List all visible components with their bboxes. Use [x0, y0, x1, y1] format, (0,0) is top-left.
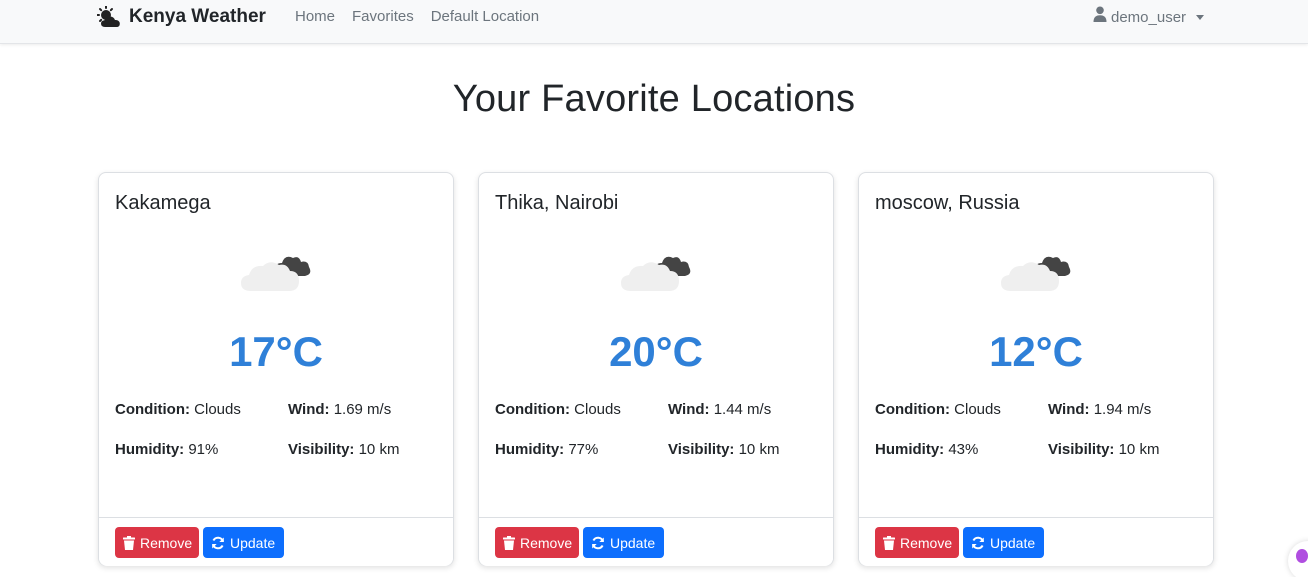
nav-links: Home Favorites Default Location	[295, 6, 539, 28]
visibility-value: 10 km	[358, 441, 400, 458]
visibility-label: Visibility:	[668, 441, 735, 458]
visibility-value: 10 km	[1118, 441, 1160, 458]
update-button[interactable]: Update	[203, 527, 284, 558]
nav-home[interactable]: Home	[295, 6, 335, 28]
remove-button[interactable]: Remove	[875, 527, 959, 558]
visibility-detail: Visibility: 10 km	[288, 441, 399, 458]
location-card: moscow, Russia 12°C Condition: Clouds Wi…	[858, 172, 1214, 566]
chevron-down-icon	[1196, 15, 1205, 20]
clouds-icon	[999, 249, 1073, 295]
clouds-icon	[239, 249, 313, 295]
condition-detail: Condition: Clouds	[875, 401, 1001, 418]
floating-assistant-button[interactable]	[1288, 541, 1308, 577]
condition-value: Clouds	[954, 401, 1001, 418]
wind-detail: Wind: 1.44 m/s	[668, 401, 771, 418]
nav-favorites[interactable]: Favorites	[352, 6, 414, 28]
humidity-detail: Humidity: 77%	[495, 441, 598, 458]
condition-detail: Condition: Clouds	[115, 401, 241, 418]
humidity-detail: Humidity: 43%	[875, 441, 978, 458]
update-label: Update	[230, 534, 276, 551]
visibility-detail: Visibility: 10 km	[1048, 441, 1159, 458]
assistant-icon	[1296, 549, 1308, 563]
clouds-icon	[619, 249, 693, 295]
temperature: 20°C	[609, 328, 703, 375]
visibility-label: Visibility:	[288, 441, 355, 458]
visibility-value: 10 km	[738, 441, 780, 458]
remove-button[interactable]: Remove	[495, 527, 579, 558]
location-name: Thika, Nairobi	[495, 192, 619, 214]
cloud-sun-icon	[97, 6, 123, 28]
remove-label: Remove	[900, 534, 953, 551]
wind-label: Wind:	[1048, 401, 1090, 418]
user-menu[interactable]: demo_user	[1093, 6, 1205, 29]
brand-name: Kenya Weather	[129, 6, 266, 27]
navbar: Kenya Weather Home Favorites Default Loc…	[0, 0, 1308, 44]
location-card: Kakamega 17°C Condition: Clouds Wind: 1.…	[98, 172, 454, 566]
humidity-value: 91%	[188, 441, 219, 458]
location-name: Kakamega	[115, 192, 211, 214]
card-footer: Remove Update	[99, 517, 453, 566]
remove-label: Remove	[520, 534, 573, 551]
update-label: Update	[610, 534, 656, 551]
wind-detail: Wind: 1.94 m/s	[1048, 401, 1151, 418]
refresh-icon	[971, 536, 985, 550]
user-icon	[1093, 6, 1107, 29]
page-title: Your Favorite Locations	[452, 78, 856, 120]
humidity-label: Humidity:	[115, 441, 185, 458]
visibility-label: Visibility:	[1048, 441, 1115, 458]
condition-detail: Condition: Clouds	[495, 401, 621, 418]
condition-value: Clouds	[574, 401, 621, 418]
condition-value: Clouds	[194, 401, 241, 418]
trash-icon	[883, 535, 895, 550]
humidity-label: Humidity:	[495, 441, 565, 458]
update-button[interactable]: Update	[963, 527, 1044, 558]
trash-icon	[503, 535, 515, 550]
wind-label: Wind:	[288, 401, 330, 418]
wind-detail: Wind: 1.69 m/s	[288, 401, 391, 418]
refresh-icon	[211, 536, 225, 550]
card-footer: Remove Update	[479, 517, 833, 566]
wind-value: 1.69 m/s	[333, 401, 392, 418]
temperature: 12°C	[989, 328, 1083, 375]
username: demo_user	[1111, 8, 1187, 26]
condition-label: Condition:	[875, 401, 950, 418]
humidity-detail: Humidity: 91%	[115, 441, 218, 458]
location-card: Thika, Nairobi 20°C Condition: Clouds Wi…	[478, 172, 834, 566]
humidity-value: 77%	[568, 441, 599, 458]
humidity-label: Humidity:	[875, 441, 945, 458]
condition-label: Condition:	[115, 401, 190, 418]
update-button[interactable]: Update	[583, 527, 664, 558]
card-footer: Remove Update	[859, 517, 1213, 566]
visibility-detail: Visibility: 10 km	[668, 441, 779, 458]
brand[interactable]: Kenya Weather	[97, 4, 266, 30]
nav-default-location[interactable]: Default Location	[431, 6, 539, 28]
remove-button[interactable]: Remove	[115, 527, 199, 558]
update-label: Update	[990, 534, 1036, 551]
remove-label: Remove	[140, 534, 193, 551]
humidity-value: 43%	[948, 441, 979, 458]
wind-value: 1.94 m/s	[1093, 401, 1152, 418]
refresh-icon	[591, 536, 605, 550]
condition-label: Condition:	[495, 401, 570, 418]
location-name: moscow, Russia	[875, 192, 1020, 214]
trash-icon	[123, 535, 135, 550]
wind-label: Wind:	[668, 401, 710, 418]
wind-value: 1.44 m/s	[713, 401, 772, 418]
temperature: 17°C	[229, 328, 323, 375]
